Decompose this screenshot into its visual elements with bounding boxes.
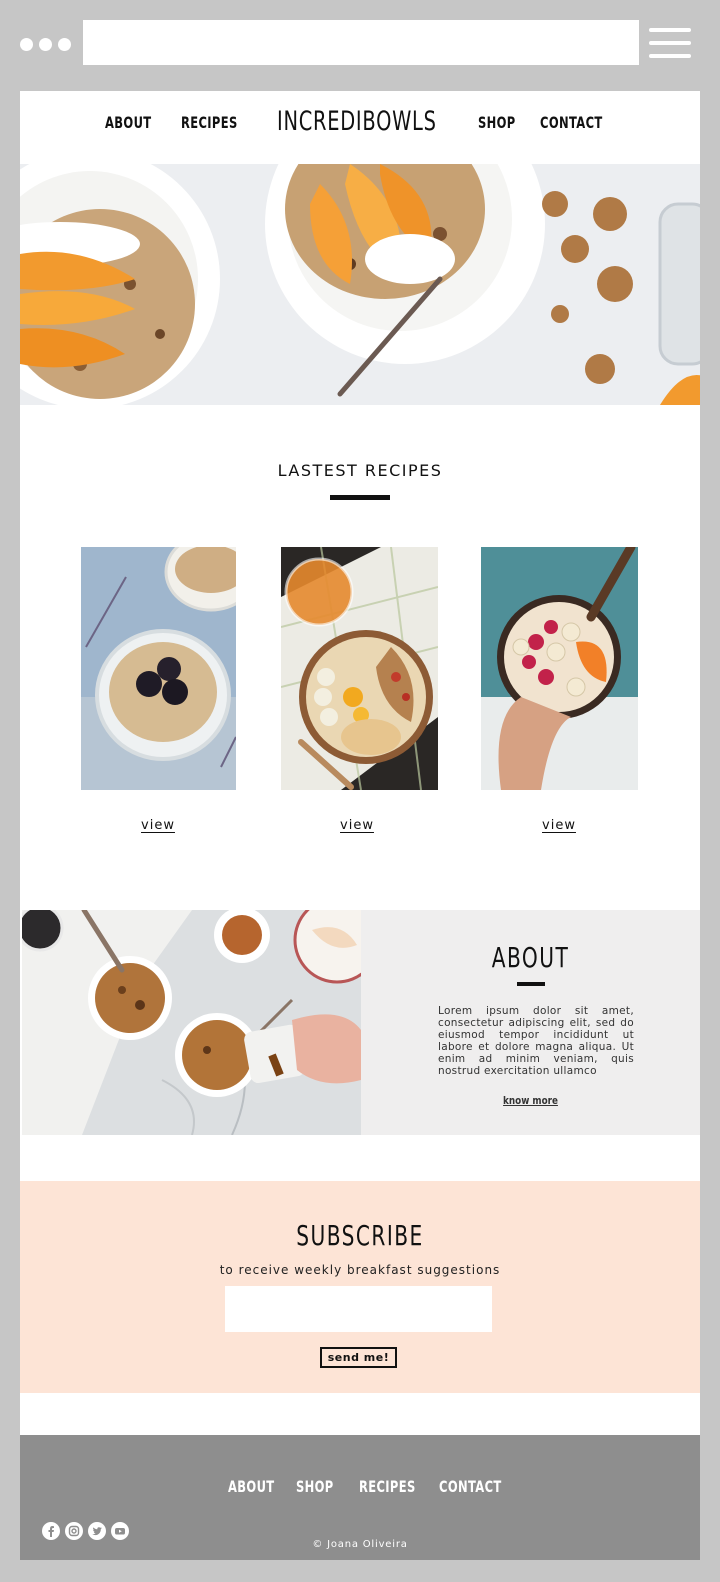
- about-divider: [517, 982, 545, 986]
- instagram-icon[interactable]: [65, 1522, 83, 1540]
- about-title: ABOUT: [491, 941, 570, 974]
- about-text: Lorem ipsum dolor sit amet, consectetur …: [438, 1005, 634, 1077]
- subscribe-title: SUBSCRIBE: [296, 1219, 424, 1252]
- nav-about[interactable]: ABOUT: [105, 113, 152, 132]
- footer: ABOUT SHOP RECIPES CONTACT © Joana Olive…: [20, 1435, 700, 1560]
- nav-shop[interactable]: SHOP: [478, 113, 516, 132]
- recipe-image-granola[interactable]: [281, 547, 438, 790]
- footer-link-recipes[interactable]: RECIPES: [359, 1477, 416, 1496]
- window-dot[interactable]: [58, 38, 71, 51]
- email-field[interactable]: [225, 1286, 492, 1332]
- brand-logo[interactable]: INCREDIBOWLS: [277, 106, 437, 137]
- subscribe-section: SUBSCRIBE to receive weekly breakfast su…: [20, 1181, 700, 1393]
- about-panel: ABOUT Lorem ipsum dolor sit amet, consec…: [361, 910, 700, 1135]
- view-link[interactable]: view: [128, 818, 188, 833]
- send-button[interactable]: send me!: [320, 1347, 397, 1368]
- facebook-icon[interactable]: [42, 1522, 60, 1540]
- twitter-icon[interactable]: [88, 1522, 106, 1540]
- web-page: ABOUT RECIPES INCREDIBOWLS SHOP CONTACT: [20, 91, 700, 1560]
- nav-recipes[interactable]: RECIPES: [181, 113, 238, 132]
- recipe-image-oats[interactable]: [81, 547, 236, 790]
- social-icons: [42, 1522, 129, 1540]
- hero-image: [20, 164, 700, 405]
- top-nav: ABOUT RECIPES INCREDIBOWLS SHOP CONTACT: [20, 91, 700, 164]
- view-link[interactable]: view: [327, 818, 387, 833]
- about-image: [22, 910, 361, 1135]
- subscribe-subtitle: to receive weekly breakfast suggestions: [219, 1263, 501, 1277]
- address-bar[interactable]: [83, 20, 639, 65]
- window-dot[interactable]: [20, 38, 33, 51]
- footer-link-contact[interactable]: CONTACT: [439, 1477, 502, 1496]
- footer-link-about[interactable]: ABOUT: [228, 1477, 275, 1496]
- window-dot[interactable]: [39, 38, 52, 51]
- hamburger-icon[interactable]: [649, 28, 691, 58]
- know-more-link[interactable]: know more: [395, 1094, 666, 1107]
- copyright: © Joana Oliveira: [312, 1539, 408, 1550]
- view-link[interactable]: view: [529, 818, 589, 833]
- section-title-latest: LASTEST RECIPES: [277, 461, 443, 480]
- youtube-icon[interactable]: [111, 1522, 129, 1540]
- title-divider: [330, 495, 390, 500]
- nav-contact[interactable]: CONTACT: [540, 113, 603, 132]
- footer-link-shop[interactable]: SHOP: [296, 1477, 334, 1496]
- window-controls: [20, 38, 71, 51]
- recipe-image-fruit-bowl[interactable]: [481, 547, 638, 790]
